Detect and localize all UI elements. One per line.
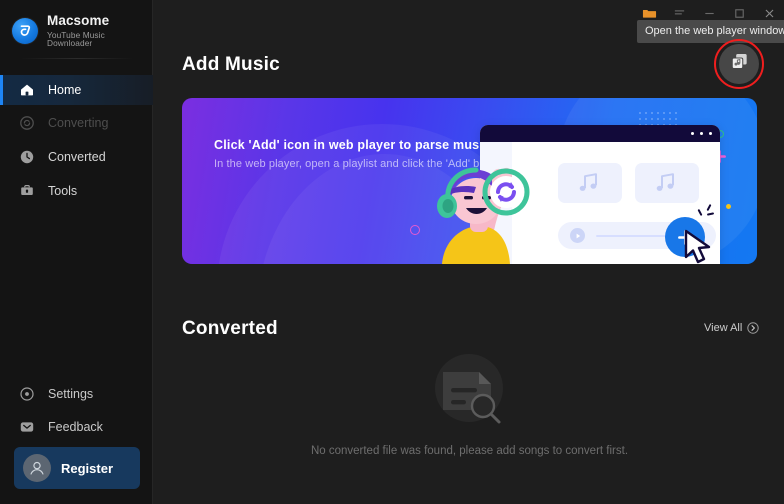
web-player-window-button[interactable] bbox=[714, 39, 764, 89]
add-music-banner[interactable]: Click 'Add' icon in web player to parse … bbox=[182, 98, 757, 264]
sidebar-item-settings[interactable]: Settings bbox=[0, 381, 153, 407]
mockup-song-card bbox=[558, 163, 622, 203]
sidebar-item-feedback[interactable]: Feedback bbox=[0, 414, 153, 440]
macsome-logo-icon bbox=[12, 17, 38, 44]
yellow-dot-decoration bbox=[726, 204, 731, 209]
sidebar-item-label: Home bbox=[48, 83, 82, 97]
sidebar-item-label: Feedback bbox=[48, 420, 103, 434]
sparkle-decoration bbox=[706, 203, 712, 212]
sidebar-item-label: Converted bbox=[48, 150, 106, 164]
register-label: Register bbox=[61, 460, 114, 476]
brand-name: Macsome bbox=[47, 13, 110, 28]
view-all-label: View All bbox=[704, 322, 743, 334]
brand: Macsome YouTube Music Downloader bbox=[12, 14, 152, 47]
sidebar: Macsome YouTube Music Downloader Home Co… bbox=[0, 0, 153, 504]
toolbox-icon bbox=[18, 182, 36, 200]
mockup-song-card bbox=[635, 163, 699, 203]
home-icon bbox=[18, 81, 36, 99]
user-avatar-icon bbox=[23, 454, 51, 482]
sparkle-decoration bbox=[706, 212, 715, 216]
chevron-right-circle-icon bbox=[747, 322, 760, 334]
view-all-button[interactable]: View All bbox=[704, 322, 760, 334]
sidebar-item-home[interactable]: Home bbox=[0, 75, 153, 105]
document-search-icon bbox=[425, 348, 513, 436]
clock-icon bbox=[18, 148, 36, 166]
mockup-dot bbox=[708, 132, 712, 136]
mockup-progress-line bbox=[596, 235, 674, 238]
sidebar-item-label: Settings bbox=[48, 387, 94, 401]
character-illustration bbox=[428, 146, 558, 264]
empty-state-text: No converted file was found, please add … bbox=[310, 445, 629, 457]
sidebar-item-converting[interactable]: Converting bbox=[0, 108, 153, 138]
sidebar-item-label: Converting bbox=[48, 116, 109, 130]
play-icon bbox=[570, 228, 585, 243]
web-player-window-icon bbox=[729, 51, 750, 77]
sidebar-item-tools[interactable]: Tools bbox=[0, 176, 153, 206]
message-icon bbox=[18, 418, 36, 436]
app-window: Macsome YouTube Music Downloader Home Co… bbox=[0, 0, 784, 504]
mockup-dot bbox=[690, 132, 694, 136]
converted-section-title: Converted bbox=[182, 318, 278, 339]
brand-subtitle: YouTube Music Downloader bbox=[47, 29, 105, 48]
mockup-titlebar bbox=[480, 125, 720, 142]
mockup-dot bbox=[699, 132, 703, 136]
page-title: Add Music bbox=[182, 54, 280, 75]
circle-outline-decoration bbox=[410, 225, 420, 235]
sidebar-divider bbox=[22, 58, 132, 59]
sidebar-item-label: Tools bbox=[48, 184, 78, 198]
refresh-icon bbox=[18, 114, 36, 132]
sparkle-decoration bbox=[697, 208, 703, 217]
register-button[interactable]: Register bbox=[14, 447, 140, 489]
gear-icon bbox=[18, 385, 36, 403]
tooltip: Open the web player window. bbox=[637, 20, 784, 43]
cursor-icon bbox=[683, 229, 717, 264]
sidebar-item-converted[interactable]: Converted bbox=[0, 142, 153, 172]
